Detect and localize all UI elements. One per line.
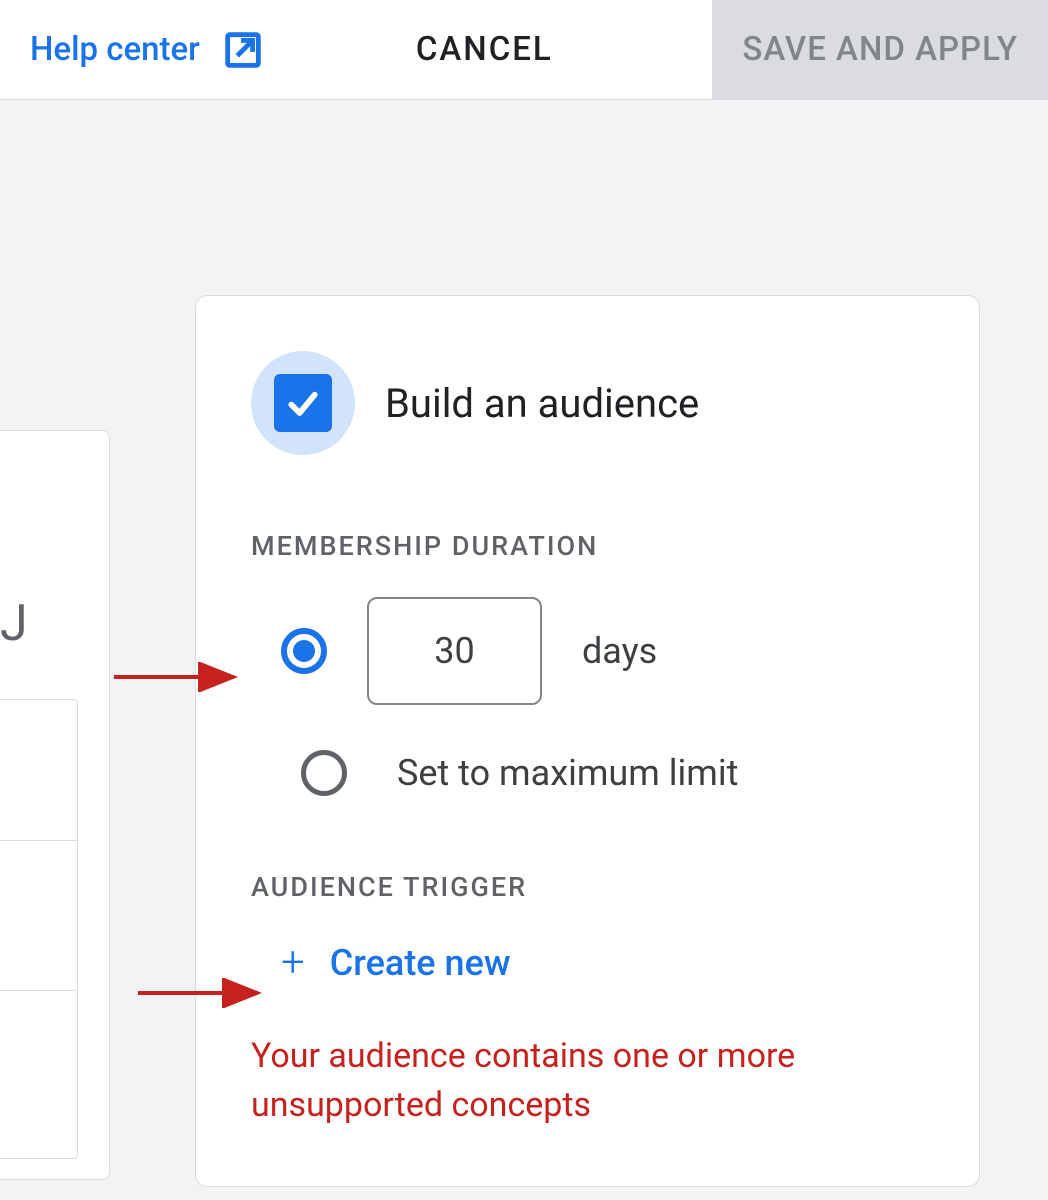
duration-days-row: days [281,597,929,705]
error-message: Your audience contains one or more unsup… [251,1032,929,1131]
partial-panel-char: J [0,595,16,645]
days-label: days [582,630,657,672]
save-apply-button[interactable]: SAVE AND APPLY [712,0,1048,101]
partial-inner-card [0,699,78,1159]
create-new-button[interactable]: + Create new [281,938,929,987]
build-audience-row: Build an audience [251,351,929,455]
cancel-label: CANCEL [416,30,553,69]
membership-duration-label: MEMBERSHIP DURATION [251,530,929,562]
help-center-label: Help center [30,30,200,69]
header-bar: Help center CANCEL SAVE AND APPLY [0,0,1048,100]
audience-card: Build an audience MEMBERSHIP DURATION da… [195,295,980,1187]
radio-dot-icon [293,640,315,662]
save-apply-label: SAVE AND APPLY [742,30,1018,69]
partial-divider [0,990,78,991]
max-limit-label: Set to maximum limit [397,752,738,794]
radio-days[interactable] [281,628,327,674]
content-area: J Build an audience MEMBERSHIP DURATION … [0,100,1048,1200]
annotation-arrow-icon [109,662,249,692]
audience-trigger-section: AUDIENCE TRIGGER + Create new Your audie… [251,871,929,1131]
plus-icon: + [281,938,305,987]
max-limit-row: Set to maximum limit [301,750,929,796]
radio-max-limit[interactable] [301,750,347,796]
audience-trigger-label: AUDIENCE TRIGGER [251,871,929,903]
external-link-icon [220,27,266,73]
check-icon [283,383,323,423]
build-audience-checkbox[interactable] [274,374,332,432]
help-center-link[interactable]: Help center [30,27,266,73]
create-new-label: Create new [330,942,511,984]
partial-divider [0,840,78,841]
checkbox-halo [251,351,355,455]
build-audience-title: Build an audience [385,380,699,427]
duration-input[interactable] [367,597,542,705]
cancel-button[interactable]: CANCEL [396,30,573,69]
annotation-arrow-icon [133,978,273,1008]
